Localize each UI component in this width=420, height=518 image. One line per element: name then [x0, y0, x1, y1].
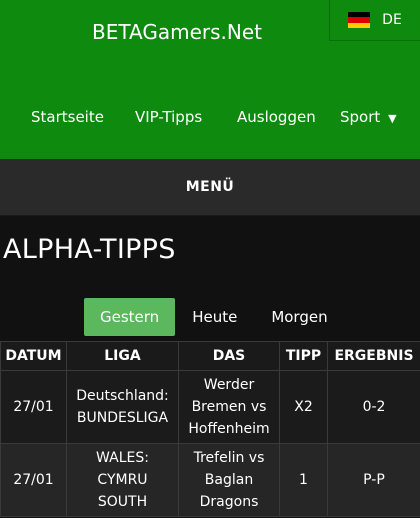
- cell-das: Trefelin vs Baglan Dragons: [178, 443, 280, 517]
- column-header-ergebnis: ERGEBNIS: [327, 341, 420, 371]
- caret-down-icon: ▼: [388, 112, 397, 125]
- tips-table: DATUM LIGA DAS TIPP ERGEBNIS 27/01 Deuts…: [0, 341, 420, 517]
- table-row: 27/01 Deutschland: BUNDESLIGA Werder Bre…: [0, 370, 420, 444]
- nav-item-startseite[interactable]: Startseite: [31, 108, 104, 126]
- main-content: ALPHA-TIPPS Gestern Heute Morgen DATUM L…: [0, 216, 420, 517]
- menu-toggle[interactable]: MENÜ: [0, 159, 420, 216]
- tab-gestern[interactable]: Gestern: [84, 298, 176, 336]
- cell-ergebnis: 0-2: [327, 370, 420, 444]
- table-header-row: DATUM LIGA DAS TIPP ERGEBNIS: [0, 341, 420, 371]
- column-header-liga: LIGA: [66, 341, 179, 371]
- column-header-das: DAS: [178, 341, 280, 371]
- tab-morgen[interactable]: Morgen: [255, 298, 343, 336]
- match-line: Trefelin vs: [193, 450, 265, 466]
- match-line: Bremen vs: [191, 399, 267, 415]
- menu-label: MENÜ: [185, 179, 235, 195]
- liga-line: BUNDESLIGA: [76, 410, 169, 426]
- main-nav: Startseite VIP-Tipps Ausloggen Sport ▼: [0, 108, 420, 132]
- match-line: Hoffenheim: [188, 421, 270, 437]
- table-row: 27/01 WALES: CYMRU SOUTH Trefelin vs Bag…: [0, 443, 420, 517]
- cell-das: Werder Bremen vs Hoffenheim: [178, 370, 280, 444]
- cell-ergebnis: P-P: [327, 443, 420, 517]
- match-line: Werder: [203, 377, 255, 393]
- cell-tipp: 1: [279, 443, 328, 517]
- column-header-tipp: TIPP: [279, 341, 328, 371]
- cell-liga: WALES: CYMRU SOUTH: [66, 443, 179, 517]
- brand-logo-text[interactable]: BETAGamers.Net: [0, 20, 354, 44]
- match-line: Dragons: [199, 494, 259, 510]
- match-line: Baglan: [204, 472, 254, 488]
- site-header: BETAGamers.Net DE Startseite VIP-Tipps A…: [0, 0, 420, 159]
- germany-flag-icon: [348, 12, 371, 28]
- language-selector[interactable]: DE: [329, 0, 420, 41]
- liga-line: Deutschland:: [76, 388, 169, 404]
- cell-datum: 27/01: [0, 370, 67, 444]
- nav-item-vip-tipps[interactable]: VIP-Tipps: [135, 108, 202, 126]
- nav-item-sport-label: Sport: [340, 108, 381, 126]
- column-header-datum: DATUM: [0, 341, 67, 371]
- cell-liga: Deutschland: BUNDESLIGA: [66, 370, 179, 444]
- liga-line: WALES:: [96, 450, 149, 466]
- language-code: DE: [382, 12, 402, 28]
- cell-tipp: X2: [279, 370, 328, 444]
- day-tabs: Gestern Heute Morgen: [84, 298, 420, 336]
- liga-line: SOUTH: [97, 494, 148, 510]
- page-title: ALPHA-TIPPS: [3, 234, 176, 265]
- nav-item-sport[interactable]: Sport ▼: [340, 108, 397, 126]
- nav-item-ausloggen[interactable]: Ausloggen: [237, 108, 316, 126]
- liga-line: CYMRU: [97, 472, 148, 488]
- tab-heute[interactable]: Heute: [175, 298, 255, 336]
- cell-datum: 27/01: [0, 443, 67, 517]
